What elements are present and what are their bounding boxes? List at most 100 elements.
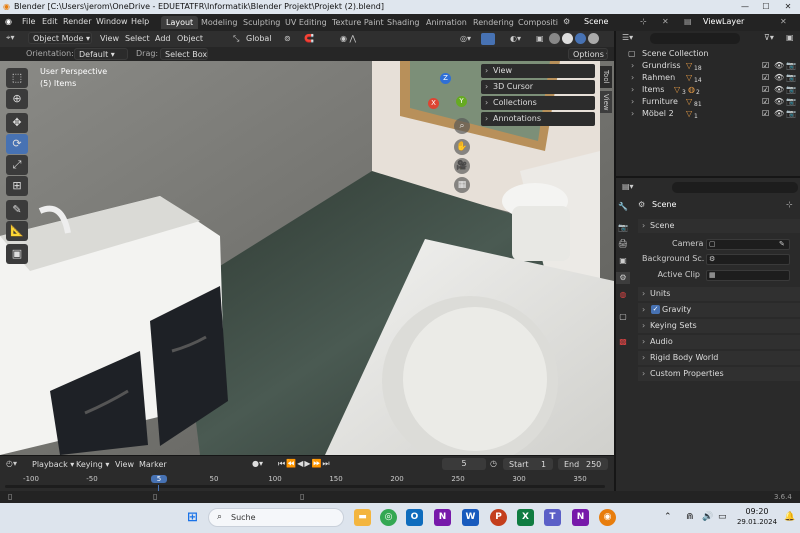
wifi-icon[interactable]: ⋒ (686, 512, 694, 522)
scene-props-tab-icon[interactable]: ⚙ (616, 272, 630, 284)
new-collection-icon[interactable]: ▣ (786, 33, 794, 42)
tab-texture-paint[interactable]: Texture Paint (327, 16, 389, 29)
render-camera-icon[interactable]: 📷 (786, 72, 796, 84)
outliner-row-grundriss[interactable]: › Grundriss ▽ 18 ☑ 👁 📷 (616, 60, 800, 72)
section-rigid-body-world[interactable]: Rigid Body World (638, 351, 800, 365)
tab-compositing[interactable]: Compositin (513, 16, 558, 29)
viewlayer-close-icon[interactable]: ✕ (780, 17, 787, 26)
taskbar-date[interactable]: 29.01.2024 (734, 518, 780, 526)
pivot-icon[interactable]: ⊚ (284, 34, 291, 43)
shading-solid-icon[interactable] (562, 33, 573, 44)
world-props-tab-icon[interactable]: ◍ (616, 289, 630, 301)
maximize-button[interactable]: ☐ (756, 0, 776, 14)
expand-icon[interactable]: › (631, 72, 634, 84)
shading-material-icon[interactable] (575, 33, 586, 44)
editor-type-icon[interactable]: ⌖▾ (6, 33, 15, 43)
npanel-3d-cursor[interactable]: 3D Cursor (481, 80, 595, 94)
powerpoint-icon[interactable]: P (490, 509, 507, 526)
exclude-checkbox-icon[interactable]: ☑ (762, 60, 769, 72)
timeline-menu-view[interactable]: View (115, 460, 134, 469)
outliner-row-moebel-2[interactable]: › Möbel 2 ▽ 1 ☑ 👁 📷 (616, 108, 800, 120)
teams-icon[interactable]: T (544, 509, 561, 526)
record-icon[interactable]: ●▾ (252, 459, 263, 468)
zoom-icon[interactable]: ⌕ (454, 118, 470, 134)
gizmo-toggle-icon[interactable] (481, 33, 495, 45)
menu-window[interactable]: Window (96, 17, 128, 26)
exclude-checkbox-icon[interactable]: ☑ (762, 108, 769, 120)
overlay-icon[interactable]: ◐▾ (510, 34, 521, 43)
expand-icon[interactable]: › (631, 108, 634, 120)
volume-icon[interactable]: 🔊 (702, 512, 713, 522)
navigation-gizmo[interactable]: Z X Y (420, 63, 476, 111)
gizmo-y-axis[interactable]: Y (456, 96, 467, 107)
render-camera-icon[interactable]: 📷 (786, 84, 796, 96)
drag-dropdown[interactable]: Select Box (160, 48, 208, 60)
active-clip-field[interactable]: ▦ (706, 270, 790, 281)
move-tool-icon[interactable]: ✥ (6, 113, 28, 133)
notification-bell-icon[interactable]: 🔔 (784, 512, 795, 522)
blender-taskbar-icon[interactable]: ◉ (599, 509, 616, 526)
transform-tool-icon[interactable]: ⊞ (6, 176, 28, 196)
taskbar-time[interactable]: 09:20 (738, 507, 776, 516)
measure-tool-icon[interactable]: 📐 (6, 221, 28, 241)
minimize-button[interactable]: — (735, 0, 755, 14)
eye-icon[interactable]: 👁 (774, 72, 784, 84)
file-explorer-icon[interactable]: ▬ (354, 509, 371, 526)
3d-viewport[interactable]: ⬚ ⊕ ✥ ⟳ ⤢ ⊞ ✎ 📐 ▣ User Perspective (5) I… (0, 61, 614, 455)
render-props-tab-icon[interactable]: 📷 (616, 222, 630, 234)
tab-modeling[interactable]: Modeling (196, 16, 242, 29)
add-cube-tool-icon[interactable]: ▣ (6, 244, 28, 264)
shading-wire-icon[interactable] (549, 33, 560, 44)
visibility-icon[interactable]: ◎▾ (460, 34, 471, 43)
scene-selector-icon[interactable]: ⚙ (563, 17, 570, 26)
npanel-view[interactable]: View (481, 64, 595, 78)
vp-menu-add[interactable]: Add (155, 34, 171, 43)
camera-view-icon[interactable]: 🎥 (454, 158, 470, 174)
timeline-menu-playback[interactable]: Playback ▾ (32, 460, 74, 469)
playback-controls-icon[interactable]: ⏮⏪◀▶⏩⏭ (278, 459, 331, 469)
render-camera-icon[interactable]: 📷 (786, 96, 796, 108)
background-scene-field[interactable]: ⚙ (706, 254, 790, 265)
tool-props-tab-icon[interactable]: 🔧 (616, 201, 630, 213)
perspective-grid-icon[interactable]: ▦ (454, 177, 470, 193)
playhead-frame[interactable]: 5 (151, 475, 167, 483)
menu-help[interactable]: Help (131, 17, 149, 26)
camera-field[interactable]: ▢ ✎ (706, 239, 790, 250)
expand-icon[interactable]: › (631, 96, 634, 108)
collection-props-tab-icon[interactable]: ▢ (616, 311, 630, 323)
viewlayer-icon[interactable]: ▤ (684, 17, 692, 26)
xray-icon[interactable]: ▣ (536, 34, 544, 43)
pin-icon[interactable]: ⊹ (640, 17, 647, 26)
snap-icon[interactable]: 🧲 (304, 34, 314, 43)
tray-chevron-icon[interactable]: ⌃ (664, 512, 672, 522)
outliner-row-items[interactable]: › Items ▽ 3 ◍ 2 ☑ 👁 📷 (616, 84, 800, 96)
timeline-editor-icon[interactable]: ◴▾ (6, 459, 17, 468)
close-button[interactable]: ✕ (778, 0, 798, 14)
onenote-icon[interactable]: N (434, 509, 451, 526)
vp-menu-view[interactable]: View (100, 34, 119, 43)
scene-name[interactable]: Scene (584, 17, 608, 26)
npanel-annotations[interactable]: Annotations (481, 112, 595, 126)
eye-icon[interactable]: 👁 (774, 108, 784, 120)
onenote-2-icon[interactable]: N (572, 509, 589, 526)
section-keying-sets[interactable]: Keying Sets (638, 319, 800, 333)
menu-edit[interactable]: Edit (42, 17, 58, 26)
section-scene[interactable]: Scene (638, 219, 800, 233)
cursor-tool-icon[interactable]: ⊕ (6, 89, 28, 109)
timeline-menu-marker[interactable]: Marker (139, 460, 167, 469)
pan-hand-icon[interactable]: ✋ (454, 139, 470, 155)
menu-file[interactable]: File (22, 17, 35, 26)
outlook-icon[interactable]: O (406, 509, 423, 526)
scale-tool-icon[interactable]: ⤢ (6, 155, 28, 175)
npanel-collections[interactable]: Collections (481, 96, 595, 110)
vp-menu-object[interactable]: Object (177, 34, 203, 43)
expand-icon[interactable]: › (631, 60, 634, 72)
start-frame-field[interactable]: Start 1 (503, 458, 553, 470)
exclude-checkbox-icon[interactable]: ☑ (762, 84, 769, 96)
expand-icon[interactable]: › (631, 84, 634, 96)
outliner-search-input[interactable] (650, 33, 740, 44)
select-box-tool-icon[interactable]: ⬚ (6, 68, 28, 88)
outliner-row-furniture[interactable]: › Furniture ▽ 81 ☑ 👁 📷 (616, 96, 800, 108)
section-custom-properties[interactable]: Custom Properties (638, 367, 800, 381)
filter-icon[interactable]: ⊽▾ (764, 33, 774, 42)
